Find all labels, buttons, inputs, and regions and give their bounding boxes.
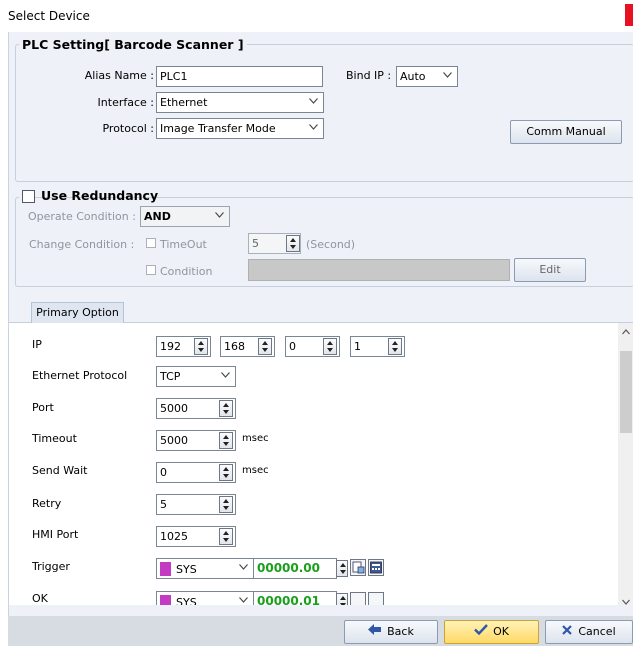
chevron-down-icon (443, 72, 452, 80)
protocol-select[interactable]: Image Transfer Mode (156, 118, 324, 139)
alias-name-label: Alias Name : (84, 69, 154, 82)
operate-condition-select[interactable]: AND (140, 206, 230, 227)
interface-select[interactable]: Ethernet (156, 92, 324, 113)
ip-octet-3-spinner[interactable] (323, 338, 337, 355)
keypad-icon[interactable] (368, 559, 384, 576)
ethernet-protocol-label: Ethernet Protocol (32, 369, 128, 382)
bind-ip-select[interactable]: Auto (396, 66, 458, 87)
alias-name-input[interactable]: PLC1 (156, 66, 323, 87)
scroll-up-icon[interactable] (622, 325, 630, 338)
option-tabbar: Primary Option (9, 296, 633, 323)
chevron-down-icon (239, 564, 248, 572)
hmi-port-spinner[interactable] (219, 528, 233, 545)
interface-label: Interface : (97, 96, 154, 109)
dialog-panel: PLC Setting[ Barcode Scanner ] Alias Nam… (8, 32, 633, 616)
ip-octet-2-spinner[interactable] (258, 338, 272, 355)
ip-label: IP (32, 338, 42, 351)
ok-signal-label: OK (32, 592, 48, 605)
send-wait-label: Send Wait (32, 464, 88, 477)
trigger-device-select[interactable]: SYS (156, 558, 254, 579)
plc-setting-group (15, 44, 633, 182)
operate-condition-label: Operate Condition : (28, 210, 136, 223)
tab-primary-option[interactable]: Primary Option (31, 302, 124, 323)
timeout-spinner[interactable] (219, 432, 233, 449)
primary-option-panel[interactable]: IP 192 168 0 1 Ethernet Protocol TCP Por… (9, 323, 633, 605)
timeout-checkbox[interactable] (146, 238, 156, 248)
use-redundancy-checkbox[interactable] (22, 190, 35, 203)
retry-spinner[interactable] (219, 496, 233, 513)
condition-checkbox[interactable] (146, 265, 156, 275)
cancel-button[interactable]: Cancel (545, 620, 633, 644)
chevron-down-icon (309, 98, 318, 106)
back-arrow-icon (368, 621, 382, 643)
retry-label: Retry (32, 497, 62, 510)
chevron-down-icon (215, 212, 224, 220)
vertical-scrollbar[interactable] (618, 323, 633, 605)
edit-button[interactable]: Edit (514, 258, 586, 282)
ok-button[interactable]: OK (444, 620, 539, 644)
condition-check-label: Condition (160, 265, 213, 278)
trigger-spinner[interactable] (336, 560, 348, 577)
send-wait-unit: msec (242, 465, 269, 476)
bind-ip-label: Bind IP : (346, 69, 392, 82)
plc-setting-legend: PLC Setting[ Barcode Scanner ] (19, 37, 247, 52)
scroll-down-icon[interactable] (622, 595, 630, 605)
port-spinner[interactable] (219, 400, 233, 417)
protocol-label: Protocol : (102, 122, 154, 135)
timeout-unit-label: (Second) (306, 238, 356, 251)
footer-bar: Back OK Cancel (8, 616, 633, 646)
device-color-icon (160, 595, 171, 605)
timeout-check-label: TimeOut (160, 238, 207, 251)
ip-octet-4-spinner[interactable] (388, 338, 402, 355)
close-icon (562, 621, 573, 643)
chevron-down-icon (239, 597, 248, 605)
address-browse-icon[interactable] (350, 592, 366, 605)
ok-address-input[interactable]: 00000.01 (253, 591, 337, 605)
trigger-label: Trigger (32, 560, 70, 573)
ok-device-select[interactable]: SYS (156, 591, 254, 605)
comm-manual-button[interactable]: Comm Manual (510, 120, 622, 144)
address-browse-icon[interactable] (350, 559, 366, 576)
ok-spinner[interactable] (336, 593, 348, 605)
device-color-icon (160, 562, 171, 576)
title-bar: Select Device (0, 0, 633, 32)
timeout-label: Timeout (32, 432, 77, 445)
window-title: Select Device (8, 9, 90, 23)
use-redundancy-label: Use Redundancy (41, 188, 159, 203)
timeout-spinner[interactable] (286, 235, 300, 252)
port-label: Port (32, 401, 54, 414)
condition-expression-field[interactable] (248, 259, 510, 281)
checkmark-icon (474, 621, 488, 643)
chevron-down-icon (221, 372, 230, 380)
send-wait-spinner[interactable] (219, 464, 233, 481)
back-button[interactable]: Back (344, 620, 438, 644)
redundancy-legend: Use Redundancy (19, 188, 158, 206)
ip-octet-1-spinner[interactable] (194, 338, 208, 355)
close-button[interactable] (625, 4, 633, 26)
timeout-unit: msec (242, 433, 269, 444)
trigger-address-input[interactable]: 00000.00 (253, 558, 337, 579)
hmi-port-label: HMI Port (32, 528, 79, 541)
ethernet-protocol-select[interactable]: TCP (156, 366, 236, 387)
keypad-icon[interactable] (368, 592, 384, 605)
change-condition-label: Change Condition : (29, 238, 135, 251)
chevron-down-icon (309, 124, 318, 132)
scrollbar-thumb[interactable] (620, 351, 632, 433)
